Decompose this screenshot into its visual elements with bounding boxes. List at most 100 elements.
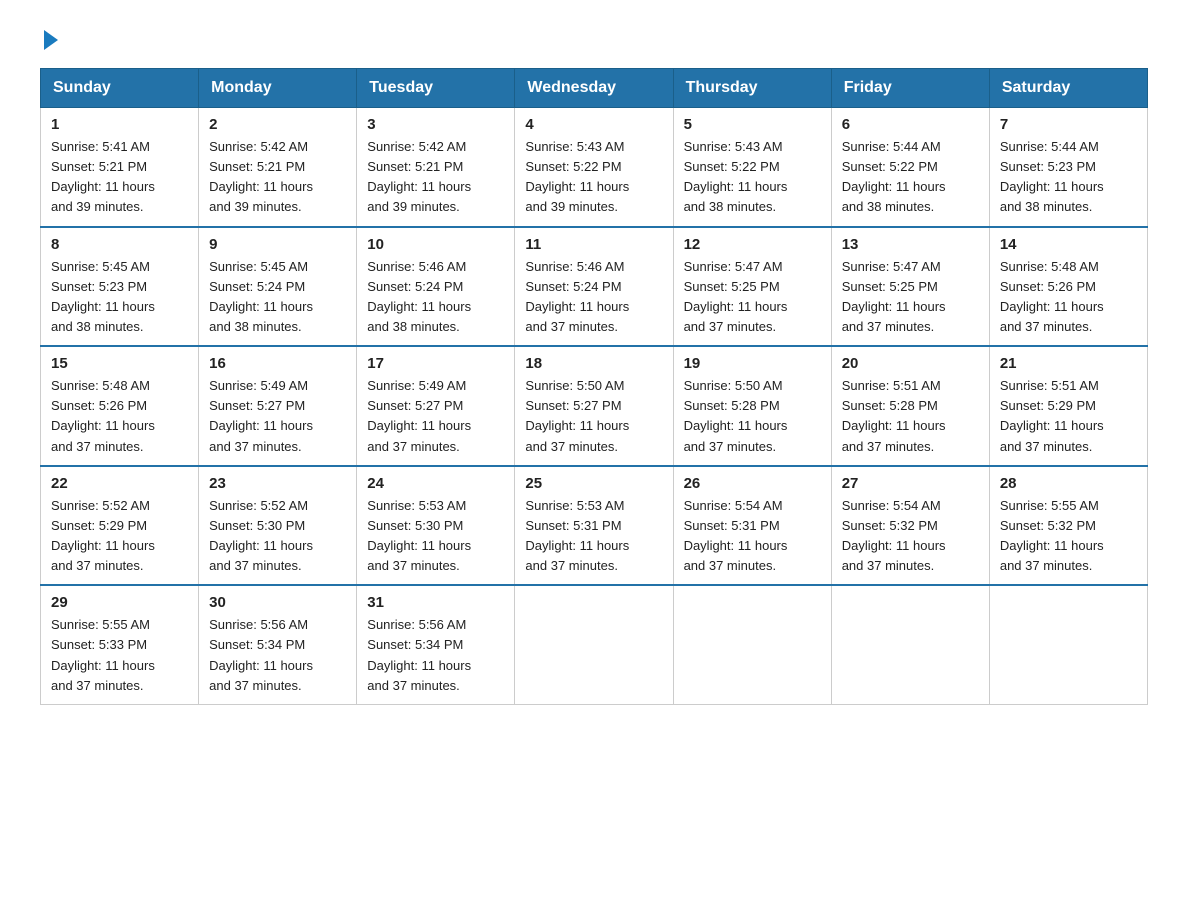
header-cell-monday: Monday [199, 69, 357, 108]
header-cell-wednesday: Wednesday [515, 69, 673, 108]
day-info: Sunrise: 5:51 AMSunset: 5:28 PMDaylight:… [842, 376, 979, 457]
calendar-cell: 25 Sunrise: 5:53 AMSunset: 5:31 PMDaylig… [515, 466, 673, 586]
logo-blue-text [40, 30, 58, 48]
calendar-cell [989, 585, 1147, 704]
day-number: 17 [367, 355, 504, 372]
calendar-cell: 21 Sunrise: 5:51 AMSunset: 5:29 PMDaylig… [989, 346, 1147, 466]
calendar-cell [515, 585, 673, 704]
day-info: Sunrise: 5:54 AMSunset: 5:31 PMDaylight:… [684, 496, 821, 577]
calendar-body: 1 Sunrise: 5:41 AMSunset: 5:21 PMDayligh… [41, 108, 1148, 705]
day-number: 4 [525, 116, 662, 133]
day-info: Sunrise: 5:48 AMSunset: 5:26 PMDaylight:… [51, 376, 188, 457]
page-header [40, 30, 1148, 48]
day-info: Sunrise: 5:47 AMSunset: 5:25 PMDaylight:… [684, 257, 821, 338]
day-number: 29 [51, 594, 188, 611]
day-number: 24 [367, 475, 504, 492]
day-info: Sunrise: 5:50 AMSunset: 5:28 PMDaylight:… [684, 376, 821, 457]
calendar-cell: 13 Sunrise: 5:47 AMSunset: 5:25 PMDaylig… [831, 227, 989, 347]
day-number: 11 [525, 236, 662, 253]
calendar-cell: 27 Sunrise: 5:54 AMSunset: 5:32 PMDaylig… [831, 466, 989, 586]
calendar-cell: 23 Sunrise: 5:52 AMSunset: 5:30 PMDaylig… [199, 466, 357, 586]
day-number: 28 [1000, 475, 1137, 492]
day-number: 6 [842, 116, 979, 133]
day-number: 14 [1000, 236, 1137, 253]
day-info: Sunrise: 5:54 AMSunset: 5:32 PMDaylight:… [842, 496, 979, 577]
day-info: Sunrise: 5:45 AMSunset: 5:23 PMDaylight:… [51, 257, 188, 338]
calendar-table: SundayMondayTuesdayWednesdayThursdayFrid… [40, 68, 1148, 705]
calendar-cell: 30 Sunrise: 5:56 AMSunset: 5:34 PMDaylig… [199, 585, 357, 704]
calendar-cell: 4 Sunrise: 5:43 AMSunset: 5:22 PMDayligh… [515, 108, 673, 227]
day-info: Sunrise: 5:43 AMSunset: 5:22 PMDaylight:… [525, 137, 662, 218]
day-info: Sunrise: 5:46 AMSunset: 5:24 PMDaylight:… [367, 257, 504, 338]
day-info: Sunrise: 5:56 AMSunset: 5:34 PMDaylight:… [367, 615, 504, 696]
header-cell-tuesday: Tuesday [357, 69, 515, 108]
calendar-cell: 7 Sunrise: 5:44 AMSunset: 5:23 PMDayligh… [989, 108, 1147, 227]
day-number: 31 [367, 594, 504, 611]
day-number: 22 [51, 475, 188, 492]
day-info: Sunrise: 5:52 AMSunset: 5:29 PMDaylight:… [51, 496, 188, 577]
calendar-cell: 12 Sunrise: 5:47 AMSunset: 5:25 PMDaylig… [673, 227, 831, 347]
day-number: 20 [842, 355, 979, 372]
calendar-cell: 16 Sunrise: 5:49 AMSunset: 5:27 PMDaylig… [199, 346, 357, 466]
calendar-cell: 2 Sunrise: 5:42 AMSunset: 5:21 PMDayligh… [199, 108, 357, 227]
calendar-cell: 20 Sunrise: 5:51 AMSunset: 5:28 PMDaylig… [831, 346, 989, 466]
day-number: 16 [209, 355, 346, 372]
header-cell-thursday: Thursday [673, 69, 831, 108]
day-info: Sunrise: 5:53 AMSunset: 5:31 PMDaylight:… [525, 496, 662, 577]
day-info: Sunrise: 5:44 AMSunset: 5:23 PMDaylight:… [1000, 137, 1137, 218]
header-cell-saturday: Saturday [989, 69, 1147, 108]
calendar-week-2: 8 Sunrise: 5:45 AMSunset: 5:23 PMDayligh… [41, 227, 1148, 347]
calendar-cell: 24 Sunrise: 5:53 AMSunset: 5:30 PMDaylig… [357, 466, 515, 586]
calendar-cell: 9 Sunrise: 5:45 AMSunset: 5:24 PMDayligh… [199, 227, 357, 347]
day-info: Sunrise: 5:48 AMSunset: 5:26 PMDaylight:… [1000, 257, 1137, 338]
day-number: 2 [209, 116, 346, 133]
calendar-week-1: 1 Sunrise: 5:41 AMSunset: 5:21 PMDayligh… [41, 108, 1148, 227]
calendar-cell: 8 Sunrise: 5:45 AMSunset: 5:23 PMDayligh… [41, 227, 199, 347]
calendar-cell: 19 Sunrise: 5:50 AMSunset: 5:28 PMDaylig… [673, 346, 831, 466]
calendar-cell: 18 Sunrise: 5:50 AMSunset: 5:27 PMDaylig… [515, 346, 673, 466]
day-info: Sunrise: 5:55 AMSunset: 5:32 PMDaylight:… [1000, 496, 1137, 577]
day-number: 19 [684, 355, 821, 372]
header-row: SundayMondayTuesdayWednesdayThursdayFrid… [41, 69, 1148, 108]
day-number: 9 [209, 236, 346, 253]
logo [40, 30, 58, 48]
day-number: 26 [684, 475, 821, 492]
day-number: 30 [209, 594, 346, 611]
day-info: Sunrise: 5:42 AMSunset: 5:21 PMDaylight:… [209, 137, 346, 218]
day-info: Sunrise: 5:44 AMSunset: 5:22 PMDaylight:… [842, 137, 979, 218]
calendar-cell: 11 Sunrise: 5:46 AMSunset: 5:24 PMDaylig… [515, 227, 673, 347]
calendar-header: SundayMondayTuesdayWednesdayThursdayFrid… [41, 69, 1148, 108]
day-number: 5 [684, 116, 821, 133]
day-info: Sunrise: 5:46 AMSunset: 5:24 PMDaylight:… [525, 257, 662, 338]
day-info: Sunrise: 5:49 AMSunset: 5:27 PMDaylight:… [209, 376, 346, 457]
calendar-cell [831, 585, 989, 704]
day-info: Sunrise: 5:49 AMSunset: 5:27 PMDaylight:… [367, 376, 504, 457]
calendar-cell [673, 585, 831, 704]
day-info: Sunrise: 5:43 AMSunset: 5:22 PMDaylight:… [684, 137, 821, 218]
day-info: Sunrise: 5:50 AMSunset: 5:27 PMDaylight:… [525, 376, 662, 457]
calendar-cell: 28 Sunrise: 5:55 AMSunset: 5:32 PMDaylig… [989, 466, 1147, 586]
calendar-cell: 1 Sunrise: 5:41 AMSunset: 5:21 PMDayligh… [41, 108, 199, 227]
calendar-cell: 31 Sunrise: 5:56 AMSunset: 5:34 PMDaylig… [357, 585, 515, 704]
day-number: 13 [842, 236, 979, 253]
day-number: 3 [367, 116, 504, 133]
day-number: 23 [209, 475, 346, 492]
calendar-cell: 5 Sunrise: 5:43 AMSunset: 5:22 PMDayligh… [673, 108, 831, 227]
calendar-cell: 22 Sunrise: 5:52 AMSunset: 5:29 PMDaylig… [41, 466, 199, 586]
day-number: 12 [684, 236, 821, 253]
calendar-cell: 17 Sunrise: 5:49 AMSunset: 5:27 PMDaylig… [357, 346, 515, 466]
day-info: Sunrise: 5:51 AMSunset: 5:29 PMDaylight:… [1000, 376, 1137, 457]
day-number: 1 [51, 116, 188, 133]
logo-triangle-icon [44, 30, 58, 50]
day-number: 10 [367, 236, 504, 253]
day-number: 18 [525, 355, 662, 372]
calendar-week-3: 15 Sunrise: 5:48 AMSunset: 5:26 PMDaylig… [41, 346, 1148, 466]
header-cell-sunday: Sunday [41, 69, 199, 108]
day-info: Sunrise: 5:42 AMSunset: 5:21 PMDaylight:… [367, 137, 504, 218]
day-info: Sunrise: 5:52 AMSunset: 5:30 PMDaylight:… [209, 496, 346, 577]
day-number: 25 [525, 475, 662, 492]
calendar-week-5: 29 Sunrise: 5:55 AMSunset: 5:33 PMDaylig… [41, 585, 1148, 704]
calendar-week-4: 22 Sunrise: 5:52 AMSunset: 5:29 PMDaylig… [41, 466, 1148, 586]
day-info: Sunrise: 5:56 AMSunset: 5:34 PMDaylight:… [209, 615, 346, 696]
day-info: Sunrise: 5:53 AMSunset: 5:30 PMDaylight:… [367, 496, 504, 577]
